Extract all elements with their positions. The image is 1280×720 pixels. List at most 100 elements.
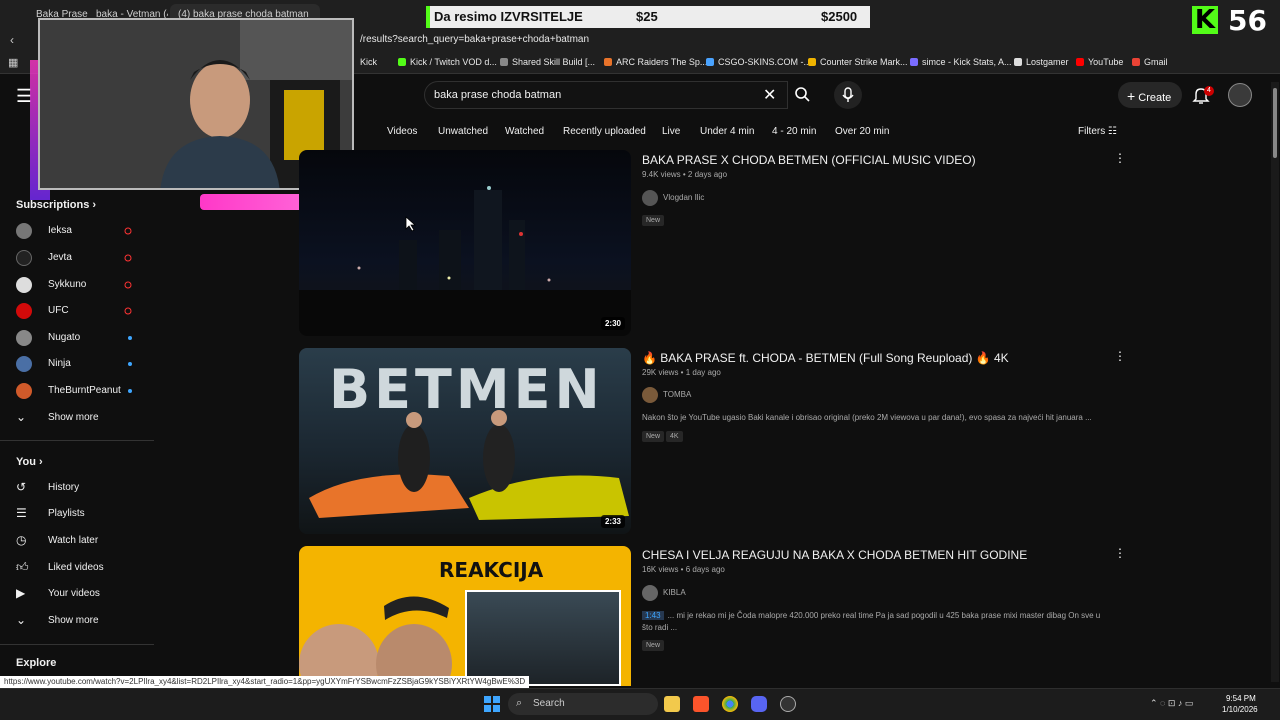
sidebar-item-playlists[interactable]: ☰ Playlists (16, 504, 146, 524)
taskbar-search-box[interactable] (508, 693, 658, 715)
scrollbar-thumb[interactable] (1273, 88, 1277, 158)
channel-avatar (642, 387, 658, 403)
description-text: ... mi je rekao mi je Čoda malopre 420.0… (642, 611, 1101, 632)
thumbnail-reactors-image (299, 596, 452, 686)
sidebar-item-jevta[interactable]: Jevta (16, 248, 146, 268)
channel-name: Jevta (48, 252, 72, 263)
channel-link[interactable]: TOMBA (642, 387, 691, 403)
video-title[interactable]: BAKA PRASE X CHODA BETMEN (OFFICIAL MUSI… (642, 153, 976, 167)
chevron-down-icon: ⌄ (16, 410, 27, 424)
bookmark-csgo-skins[interactable]: CSGO-SKINS.COM -... (706, 57, 811, 67)
nav-label: Playlists (48, 508, 85, 519)
search-button[interactable] (788, 81, 818, 109)
timestamp-chip[interactable]: 1:43 (642, 611, 664, 620)
kick-logo: K (1192, 6, 1218, 34)
channel-name: Nugato (48, 332, 81, 343)
show-more-subscriptions[interactable]: ⌄ Show more (16, 408, 146, 428)
subscriptions-heading[interactable]: Subscriptions › (16, 199, 96, 211)
video-meta: 29K views • 1 day ago (642, 368, 721, 377)
create-button[interactable]: + Create (1118, 82, 1182, 108)
live-icon (124, 227, 132, 235)
avatar (16, 330, 32, 346)
brave-browser-icon[interactable] (693, 696, 709, 712)
sidebar-item-liked-videos[interactable]: 👍︎ Liked videos (16, 558, 146, 578)
voice-search-button[interactable] (834, 81, 862, 109)
your-videos-icon: ▶ (16, 586, 26, 600)
live-icon (124, 254, 132, 262)
sidebar-item-history[interactable]: ↺ History (16, 478, 146, 498)
bookmark-arc-raiders[interactable]: ARC Raiders The Sp... (604, 57, 707, 67)
more-options-icon[interactable]: ⋮ (1114, 151, 1126, 165)
back-icon[interactable]: ‹ (10, 33, 14, 47)
chip-unwatched[interactable]: Unwatched (438, 123, 488, 141)
steam-icon[interactable] (780, 696, 796, 712)
viewer-count: 56 (1228, 4, 1267, 37)
chip-recently-uploaded[interactable]: Recently uploaded (563, 123, 646, 141)
sidebar-divider (0, 440, 154, 441)
chrome-icon[interactable] (722, 696, 738, 712)
sidebar-item-ninja[interactable]: Ninja (16, 354, 146, 374)
video-description: Nakon što je YouTube ugasio Baki kanale … (642, 413, 1092, 422)
filters-label: Filters (1078, 126, 1106, 137)
account-avatar[interactable] (1228, 83, 1252, 107)
chip-watched[interactable]: Watched (505, 123, 544, 141)
sidebar-item-watch-later[interactable]: ◷ Watch later (16, 531, 146, 551)
channel-name: TOMBA (663, 390, 692, 400)
bookmark-youtube[interactable]: YouTube (1076, 57, 1123, 67)
sidebar-item-sykkuno[interactable]: Sykkuno (16, 275, 146, 295)
sidebar-item-ieksa[interactable]: Ieksa (16, 221, 146, 241)
bookmark-simce[interactable]: simce - Kick Stats, A... (910, 57, 1012, 67)
channel-name: Ninja (48, 358, 71, 369)
bookmark-counter-strike[interactable]: Counter Strike Mark... (808, 57, 908, 67)
show-more-you[interactable]: ⌄ Show more (16, 611, 146, 631)
discord-icon[interactable] (751, 696, 767, 712)
video-thumbnail[interactable]: BETMEN 2:33 (299, 348, 631, 534)
new-content-dot (128, 336, 132, 340)
more-options-icon[interactable]: ⋮ (1114, 546, 1126, 560)
sidebar-item-ufc[interactable]: UFC (16, 301, 146, 321)
taskbar-clock-time[interactable]: 9:54 PM (1226, 694, 1256, 703)
sidebar-item-nugato[interactable]: Nugato (16, 328, 146, 348)
bookmark-kick[interactable]: Kick (360, 57, 377, 67)
nav-label: Watch later (48, 535, 99, 546)
apps-grid-icon[interactable]: ▦ (8, 56, 18, 69)
search-input[interactable]: baka prase choda batman (434, 89, 561, 101)
bookmark-gmail[interactable]: Gmail (1132, 57, 1168, 67)
show-more-label: Show more (48, 615, 99, 626)
sidebar-item-your-videos[interactable]: ▶ Your videos (16, 584, 146, 604)
taskbar-search-label: Search (533, 698, 565, 709)
video-thumbnail[interactable]: REAKCIJA (299, 546, 631, 686)
chip-videos[interactable]: Videos (387, 123, 417, 141)
chip-4-20-min[interactable]: 4 - 20 min (772, 123, 816, 141)
donation-current-amount: $25 (636, 9, 658, 24)
bookmark-shared-skill[interactable]: Shared Skill Build [... (500, 57, 595, 67)
nav-label: History (48, 482, 80, 493)
channel-link[interactable]: Vlogdan Ilic (642, 190, 704, 206)
clear-search-icon[interactable]: ✕ (763, 85, 776, 105)
4k-badge: 4K (666, 431, 683, 442)
video-thumbnail[interactable]: 2:30 (299, 150, 631, 336)
bookmark-lostgamer[interactable]: Lostgamer (1014, 57, 1069, 67)
windows-start-icon[interactable] (484, 696, 500, 712)
video-duration: 2:30 (600, 317, 625, 330)
bookmark-kick-vod[interactable]: Kick / Twitch VOD d... (398, 57, 497, 67)
system-tray-icons[interactable]: ⌃ ◌ ⊡ ♪ ▭ (1150, 698, 1193, 709)
live-icon (124, 307, 132, 315)
url-field[interactable]: /results?search_query=baka+prase+choda+b… (360, 34, 589, 45)
playlist-icon: ☰ (16, 506, 27, 520)
more-options-icon[interactable]: ⋮ (1114, 349, 1126, 363)
video-title[interactable]: 🔥 BAKA PRASE ft. CHODA - BETMEN (Full So… (642, 351, 1009, 365)
chip-over-20-min[interactable]: Over 20 min (835, 123, 889, 141)
video-title[interactable]: CHESA I VELJA REAGUJU NA BAKA X CHODA BE… (642, 548, 1027, 562)
taskbar-clock-date[interactable]: 1/10/2026 (1222, 705, 1258, 714)
page-scrollbar[interactable] (1271, 82, 1279, 682)
sidebar-item-theburntpeanut[interactable]: TheBurntPeanut (16, 381, 146, 401)
new-badge: New (642, 640, 665, 651)
channel-link[interactable]: KIBLA (642, 585, 686, 601)
filters-button[interactable]: Filters ☷ (1078, 126, 1117, 137)
chip-under-4-min[interactable]: Under 4 min (700, 123, 754, 141)
you-heading[interactable]: You › (16, 456, 43, 468)
chip-live[interactable]: Live (662, 123, 680, 141)
new-badge: New (642, 431, 665, 442)
file-explorer-icon[interactable] (664, 696, 680, 712)
